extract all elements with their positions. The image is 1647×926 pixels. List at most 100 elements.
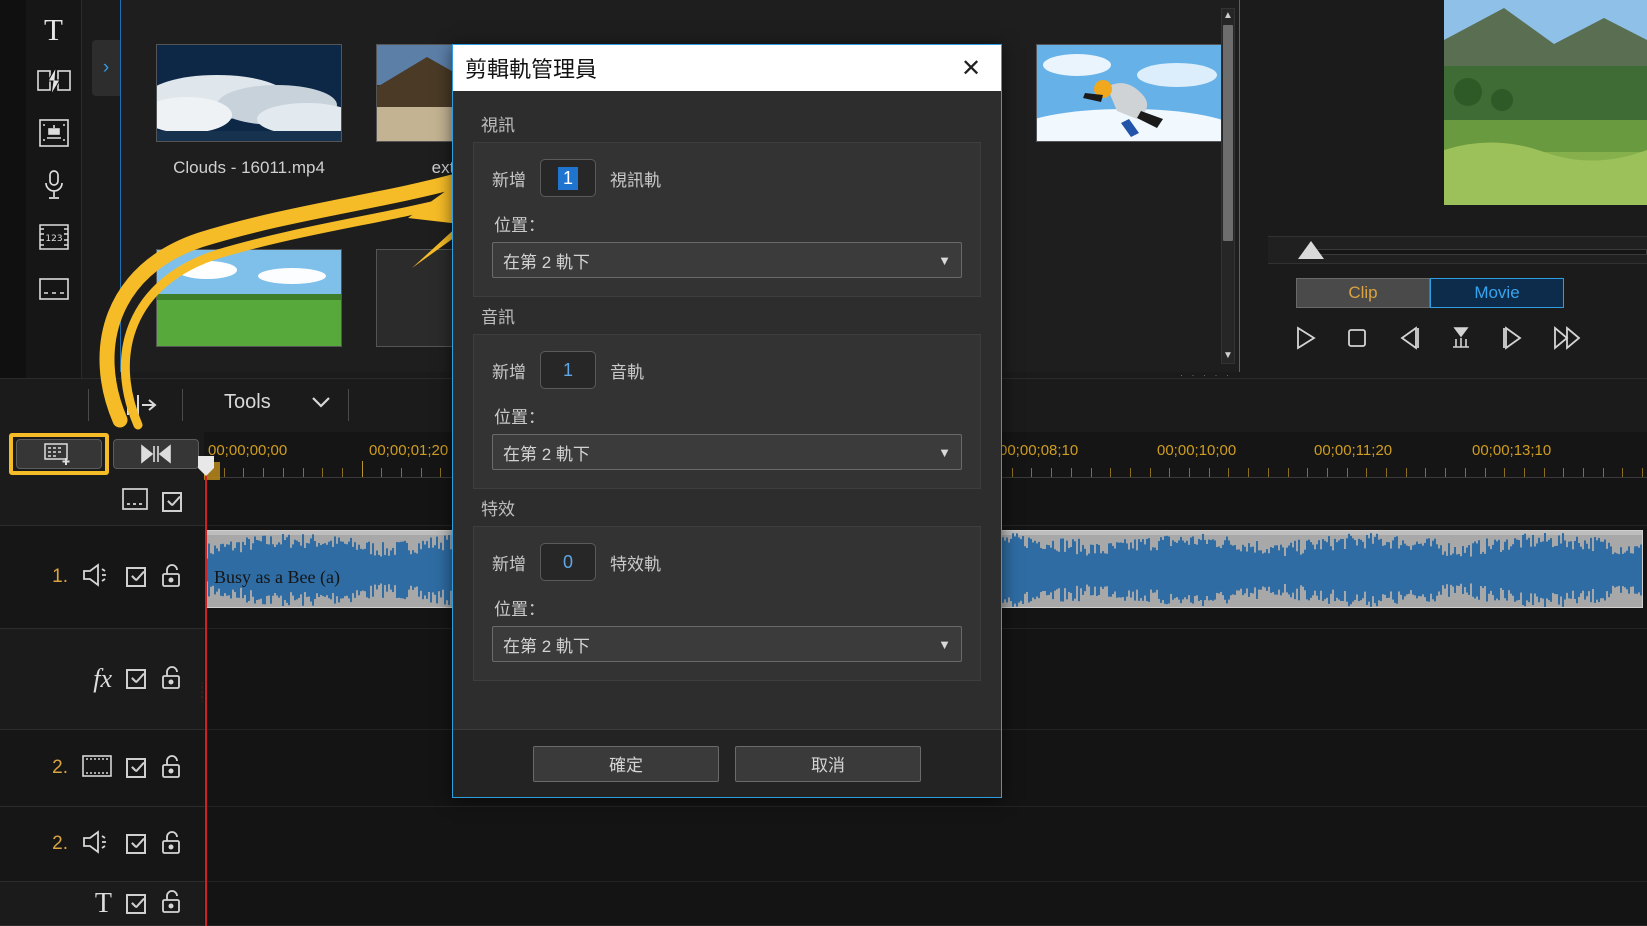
track-visibility-checkbox[interactable] bbox=[126, 567, 146, 587]
marker-icon[interactable] bbox=[1448, 325, 1474, 351]
speaker-icon bbox=[82, 830, 112, 859]
scrollbar-thumb[interactable] bbox=[1223, 25, 1233, 241]
lane-title[interactable] bbox=[204, 882, 1647, 926]
toolbar-divider bbox=[348, 389, 349, 421]
title-T-icon[interactable]: T bbox=[32, 8, 76, 50]
preview-panel: Clip Movie bbox=[1268, 0, 1647, 378]
lock-open-icon[interactable] bbox=[160, 889, 182, 918]
scroll-down-icon[interactable]: ▼ bbox=[1222, 349, 1234, 363]
tools-label[interactable]: Tools bbox=[224, 391, 271, 414]
dialog-title: 剪輯軌管理員 bbox=[465, 52, 597, 84]
add-label: 新增 bbox=[492, 166, 526, 191]
track-header-fx[interactable]: fx bbox=[0, 629, 204, 730]
thumbnail-meadow bbox=[156, 249, 342, 347]
audio-position-label: 位置： bbox=[494, 403, 962, 428]
lock-open-icon[interactable] bbox=[160, 563, 182, 592]
chevron-down-icon: ▼ bbox=[938, 253, 951, 268]
next-frame-icon[interactable] bbox=[1500, 325, 1526, 351]
fx-icon: fx bbox=[93, 664, 112, 694]
toolbar-divider bbox=[88, 389, 89, 421]
dashed-frame-icon[interactable] bbox=[32, 268, 76, 310]
scrubber-track[interactable] bbox=[1310, 249, 1647, 255]
ruler-label: 00;00;08;10 bbox=[999, 442, 1078, 459]
effect-add-row: 新增 0 特效軌 bbox=[492, 543, 962, 581]
media-caption: Clouds - 16011.mp4 bbox=[173, 158, 325, 178]
dialog-footer: 確定 取消 bbox=[453, 729, 1001, 797]
preview-mode-tabs: Clip Movie bbox=[1296, 278, 1564, 308]
preview-image bbox=[1444, 0, 1647, 205]
library-expander-button[interactable]: › bbox=[92, 40, 120, 96]
effect-unit-label: 特效軌 bbox=[610, 550, 661, 575]
film-strip-icon bbox=[82, 754, 112, 783]
track-resize-grip[interactable]: :::: bbox=[201, 682, 203, 702]
chapter-123-icon[interactable]: 123 bbox=[32, 216, 76, 258]
effect-position-select[interactable]: 在第 2 軌下 ▼ bbox=[492, 626, 962, 662]
audio-clip-title: Busy as a Bee (a) bbox=[214, 567, 340, 588]
subtitle-icon[interactable] bbox=[32, 112, 76, 154]
left-edge-strip bbox=[0, 0, 26, 378]
tool-rail: T bbox=[26, 0, 82, 378]
lock-open-icon[interactable] bbox=[160, 830, 182, 859]
preview-scrubber[interactable] bbox=[1268, 236, 1647, 264]
play-icon[interactable] bbox=[1292, 325, 1318, 351]
lock-open-icon[interactable] bbox=[160, 665, 182, 694]
fast-forward-icon[interactable] bbox=[1552, 325, 1582, 351]
video-position-label: 位置： bbox=[494, 211, 962, 236]
effect-track-count-value: 0 bbox=[563, 552, 573, 573]
chevron-down-icon[interactable] bbox=[310, 393, 332, 414]
chevron-right-icon: › bbox=[103, 57, 109, 79]
scroll-up-icon[interactable]: ▲ bbox=[1222, 9, 1234, 23]
effect-position-value: 在第 2 軌下 bbox=[503, 632, 590, 657]
stop-icon[interactable] bbox=[1344, 325, 1370, 351]
ripple-edit-button[interactable] bbox=[113, 439, 199, 469]
video-position-value: 在第 2 軌下 bbox=[503, 248, 590, 273]
microphone-icon[interactable] bbox=[32, 164, 76, 206]
track-visibility-checkbox[interactable] bbox=[126, 834, 146, 854]
video-position-select[interactable]: 在第 2 軌下 ▼ bbox=[492, 242, 962, 278]
chevron-down-icon: ▼ bbox=[938, 445, 951, 460]
ruler-label: 00;00;11;20 bbox=[1314, 442, 1392, 459]
track-header-audio-1[interactable]: 1. bbox=[0, 526, 204, 629]
track-visibility-checkbox[interactable] bbox=[126, 758, 146, 778]
audio-track-count-input[interactable]: 1 bbox=[540, 351, 596, 389]
media-item[interactable] bbox=[1019, 10, 1239, 215]
master-frame-icon bbox=[122, 488, 148, 515]
track-header-video-2[interactable]: 2. bbox=[0, 730, 204, 807]
ripple-all-icon[interactable] bbox=[118, 393, 158, 422]
media-item[interactable]: Clouds - 16011.mp4 bbox=[139, 10, 359, 215]
video-track-count-input[interactable]: 1 bbox=[540, 159, 596, 197]
track-visibility-checkbox[interactable] bbox=[126, 669, 146, 689]
track-header-title[interactable]: T bbox=[0, 882, 204, 926]
scrubber-handle[interactable] bbox=[1298, 241, 1324, 259]
section-label-effect: 特效 bbox=[481, 495, 981, 520]
transition-lightning-icon[interactable] bbox=[32, 60, 76, 102]
ruler-label: 00;00;01;20 bbox=[369, 442, 448, 459]
track-header-master[interactable] bbox=[0, 478, 204, 526]
track-number: 1. bbox=[52, 566, 68, 588]
effect-track-count-input[interactable]: 0 bbox=[540, 543, 596, 581]
playhead-line bbox=[205, 458, 207, 926]
tab-clip[interactable]: Clip bbox=[1296, 278, 1430, 308]
close-icon[interactable]: ✕ bbox=[951, 48, 991, 88]
svg-text:123: 123 bbox=[45, 234, 62, 244]
library-scrollbar[interactable]: ▲ ▼ bbox=[1221, 8, 1235, 364]
video-add-row: 新增 1 視訊軌 bbox=[492, 159, 962, 197]
lock-open-icon[interactable] bbox=[160, 754, 182, 783]
previous-frame-icon[interactable] bbox=[1396, 325, 1422, 351]
lane-audio-2[interactable] bbox=[204, 807, 1647, 882]
ok-button[interactable]: 確定 bbox=[533, 746, 719, 782]
tab-movie[interactable]: Movie bbox=[1430, 278, 1564, 308]
track-visibility-checkbox[interactable] bbox=[162, 492, 182, 512]
cancel-button[interactable]: 取消 bbox=[735, 746, 921, 782]
media-item[interactable] bbox=[139, 215, 359, 372]
audio-unit-label: 音軌 bbox=[610, 358, 644, 383]
video-unit-label: 視訊軌 bbox=[610, 166, 661, 191]
track-visibility-checkbox[interactable] bbox=[126, 894, 146, 914]
track-header-audio-2[interactable]: 2. bbox=[0, 807, 204, 882]
chevron-down-icon: ▼ bbox=[938, 637, 951, 652]
ruler-label: 00;00;00;00 bbox=[208, 442, 287, 459]
section-label-audio: 音訊 bbox=[481, 303, 981, 328]
audio-position-value: 在第 2 軌下 bbox=[503, 440, 590, 465]
section-label-video: 視訊 bbox=[481, 111, 981, 136]
audio-position-select[interactable]: 在第 2 軌下 ▼ bbox=[492, 434, 962, 470]
